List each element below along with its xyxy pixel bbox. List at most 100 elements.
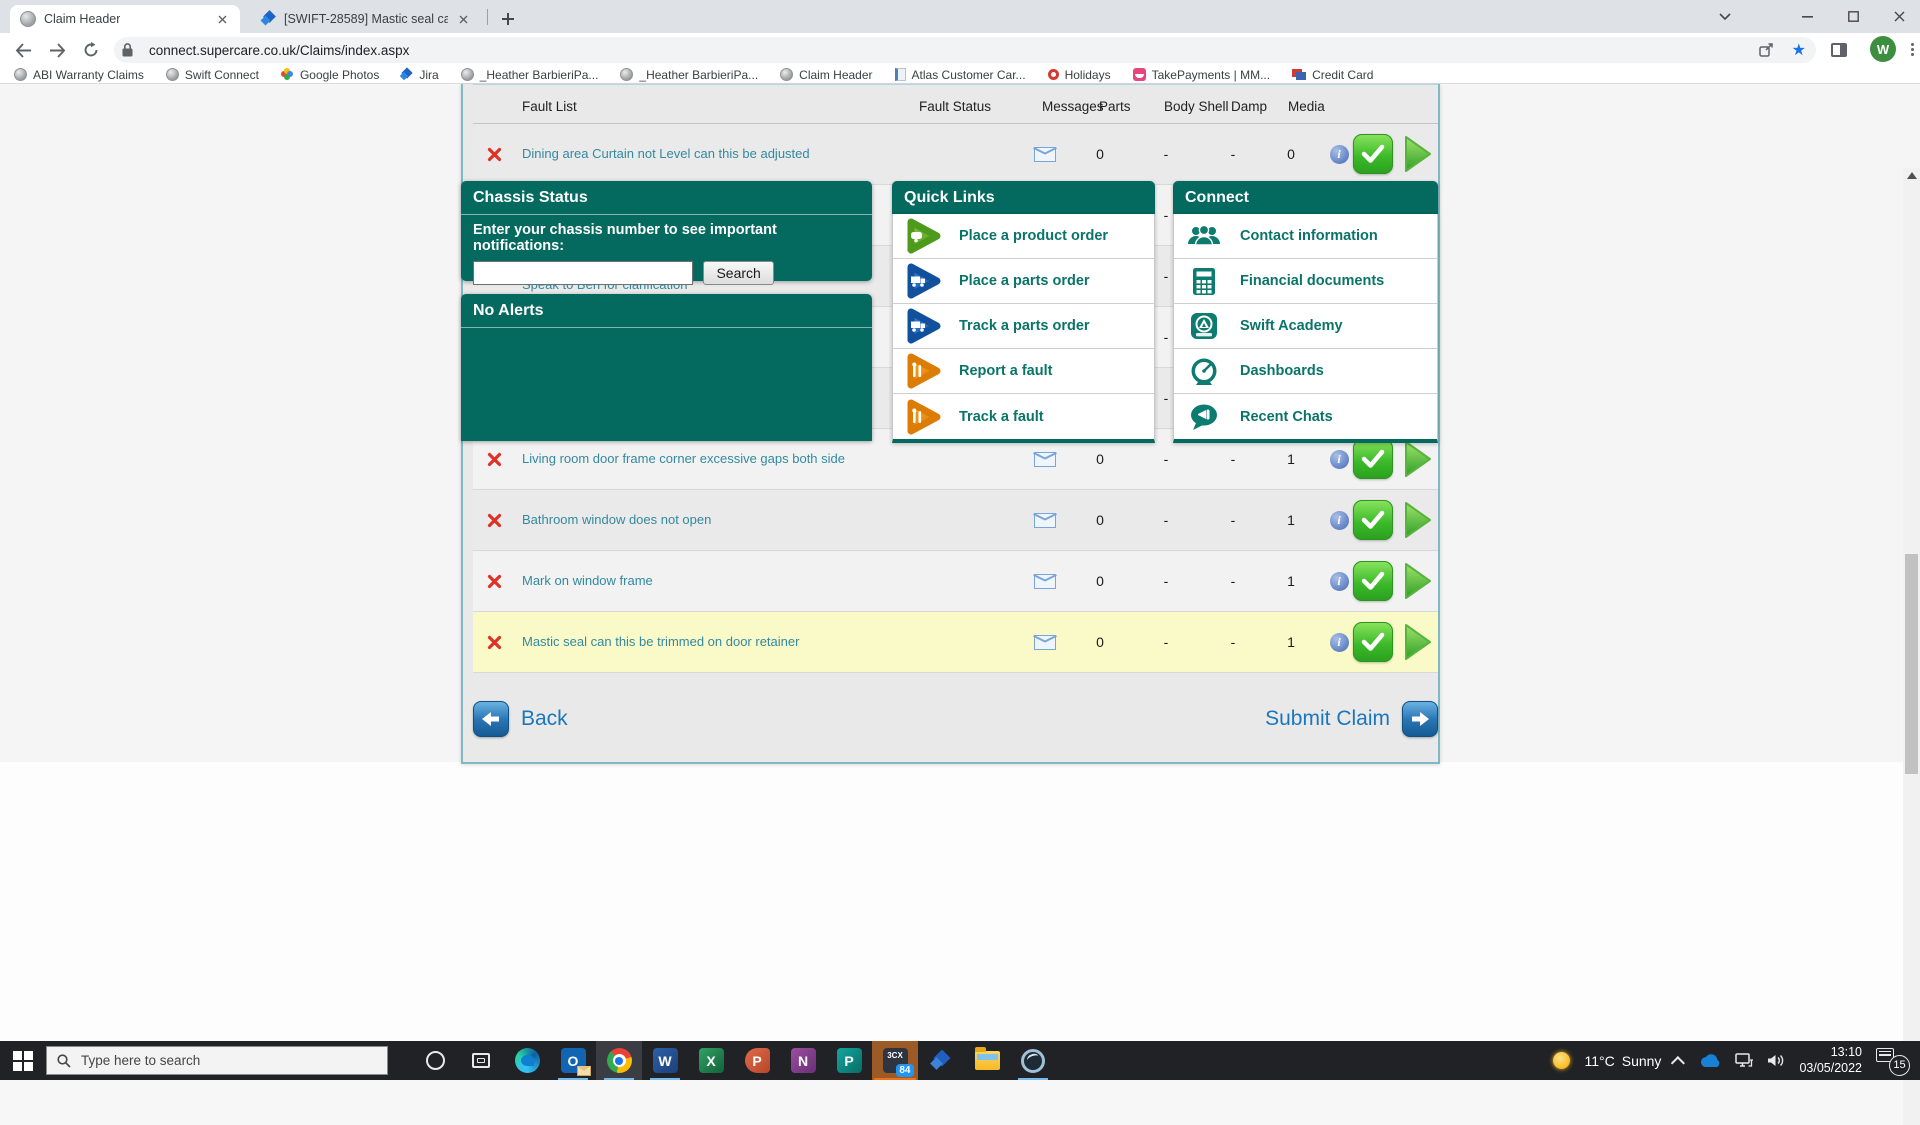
bookmark-item[interactable]: _Heather BarbieriPa... xyxy=(460,68,598,82)
chassis-search-button[interactable]: Search xyxy=(703,261,774,285)
start-button[interactable] xyxy=(0,1041,46,1080)
weather-sun-icon[interactable] xyxy=(1553,1052,1571,1069)
message-icon[interactable] xyxy=(1013,146,1077,162)
approve-fault-button[interactable] xyxy=(1353,439,1401,479)
excel-button[interactable]: X xyxy=(688,1041,734,1080)
tab-search-chevron-icon[interactable] xyxy=(1704,0,1746,33)
link-place-parts-order[interactable]: Place a parts order xyxy=(893,259,1154,304)
word-button[interactable]: W xyxy=(642,1041,688,1080)
window-close-button[interactable] xyxy=(1878,0,1920,33)
tray-overflow-chevron-icon[interactable] xyxy=(1671,1055,1686,1070)
bookmark-item[interactable]: Atlas Customer Car... xyxy=(894,68,1026,82)
new-tab-button[interactable] xyxy=(497,8,519,30)
delete-fault-icon[interactable] xyxy=(473,635,515,650)
tab-jira[interactable]: [SWIFT-28589] Mastic seal can th xyxy=(252,5,480,33)
link-report-a-fault[interactable]: Report a fault xyxy=(893,349,1154,394)
bookmark-item[interactable]: _Heather BarbieriPa... xyxy=(620,68,758,82)
info-icon[interactable]: i xyxy=(1325,510,1353,530)
approve-fault-button[interactable] xyxy=(1353,622,1401,662)
delete-fault-icon[interactable] xyxy=(473,147,515,162)
publisher-button[interactable]: P xyxy=(826,1041,872,1080)
window-maximize-button[interactable] xyxy=(1832,0,1874,33)
edge-button[interactable] xyxy=(504,1041,550,1080)
address-bar[interactable]: connect.supercare.co.uk/Claims/index.asp… xyxy=(114,37,1816,63)
network-icon[interactable] xyxy=(1735,1053,1754,1068)
link-contact-information[interactable]: Contact information xyxy=(1174,214,1437,259)
open-fault-chevron-icon[interactable] xyxy=(1401,561,1438,601)
info-icon[interactable]: i xyxy=(1325,449,1353,469)
back-nav-icon[interactable] xyxy=(8,35,38,65)
link-recent-chats[interactable]: Recent Chats xyxy=(1174,394,1437,439)
message-icon[interactable] xyxy=(1013,634,1077,650)
link-swift-academy[interactable]: Swift Academy xyxy=(1174,304,1437,349)
link-track-a-fault[interactable]: Track a fault xyxy=(893,394,1154,439)
delete-fault-icon[interactable] xyxy=(473,574,515,589)
profile-avatar[interactable]: W xyxy=(1870,36,1896,62)
link-dashboards[interactable]: Dashboards xyxy=(1174,349,1437,394)
submit-claim-button[interactable]: Submit Claim xyxy=(1265,701,1438,737)
back-label[interactable]: Back xyxy=(521,707,568,731)
side-panel-icon[interactable] xyxy=(1824,35,1854,65)
info-icon[interactable]: i xyxy=(1325,571,1353,591)
link-financial-documents[interactable]: Financial documents xyxy=(1174,259,1437,304)
3cx-button[interactable]: 3CX 84 xyxy=(872,1041,918,1080)
link-track-parts-order[interactable]: Track a parts order xyxy=(893,304,1154,349)
outlook-button[interactable]: O xyxy=(550,1041,596,1080)
fault-link[interactable]: Living room door frame corner excessive … xyxy=(515,450,893,468)
tab-close-icon[interactable] xyxy=(456,11,470,27)
open-fault-chevron-icon[interactable] xyxy=(1401,500,1438,540)
bookmark-item[interactable]: TakePayments | MM... xyxy=(1132,68,1270,82)
jira-button[interactable] xyxy=(918,1041,964,1080)
open-fault-chevron-icon[interactable] xyxy=(1401,134,1438,174)
back-button[interactable]: Back xyxy=(473,701,568,737)
link-place-product-order[interactable]: Place a product order xyxy=(893,214,1154,259)
bookmark-item[interactable]: Jira xyxy=(401,68,438,82)
fault-link[interactable]: Mark on window frame xyxy=(515,572,893,590)
tab-close-icon[interactable] xyxy=(214,11,230,27)
open-fault-chevron-icon[interactable] xyxy=(1401,439,1438,479)
chassis-number-input[interactable] xyxy=(473,261,693,285)
tab-claim-header[interactable]: Claim Header xyxy=(10,5,240,33)
bookmark-item[interactable]: Holidays xyxy=(1047,68,1111,82)
task-view-button[interactable] xyxy=(458,1041,504,1080)
approve-fault-button[interactable] xyxy=(1353,561,1401,601)
powerpoint-button[interactable]: P xyxy=(734,1041,780,1080)
share-icon[interactable] xyxy=(1758,43,1774,57)
bookmark-item[interactable]: Swift Connect xyxy=(165,68,259,82)
file-explorer-button[interactable] xyxy=(964,1041,1010,1080)
onenote-button[interactable]: N xyxy=(780,1041,826,1080)
approve-fault-button[interactable] xyxy=(1353,134,1401,174)
taskbar-search[interactable]: Type here to search xyxy=(46,1046,388,1075)
window-minimize-button[interactable] xyxy=(1786,0,1828,33)
submit-claim-label[interactable]: Submit Claim xyxy=(1265,707,1390,731)
bookmark-item[interactable]: ABI Warranty Claims xyxy=(14,68,144,82)
fault-link[interactable]: Mastic seal can this be trimmed on door … xyxy=(515,633,893,651)
info-icon[interactable]: i xyxy=(1325,632,1353,652)
message-icon[interactable] xyxy=(1013,573,1077,589)
bookmark-item[interactable]: Claim Header xyxy=(780,68,873,82)
fault-link[interactable]: Dining area Curtain not Level can this b… xyxy=(515,145,893,163)
url-text[interactable]: connect.supercare.co.uk/Claims/index.asp… xyxy=(149,43,1751,58)
vertical-scrollbar[interactable] xyxy=(1903,168,1920,1125)
delete-fault-icon[interactable] xyxy=(473,452,515,467)
bookmark-item[interactable]: Credit Card xyxy=(1292,68,1373,82)
forward-nav-icon[interactable] xyxy=(42,35,72,65)
delete-fault-icon[interactable] xyxy=(473,513,515,528)
onedrive-icon[interactable] xyxy=(1699,1053,1721,1068)
scrollbar-thumb[interactable] xyxy=(1905,554,1918,774)
action-center-button[interactable]: 15 xyxy=(1876,1047,1910,1076)
info-icon[interactable]: i xyxy=(1325,144,1353,164)
bookmark-item[interactable]: Google Photos xyxy=(280,68,379,82)
cortana-button[interactable] xyxy=(412,1041,458,1080)
approve-fault-button[interactable] xyxy=(1353,500,1401,540)
chrome-button[interactable] xyxy=(596,1041,642,1080)
reload-icon[interactable] xyxy=(76,35,106,65)
weather-text[interactable]: 11°C Sunny xyxy=(1584,1053,1661,1069)
message-icon[interactable] xyxy=(1013,451,1077,467)
scroll-up-arrow-icon[interactable] xyxy=(1907,172,1917,179)
browser-menu-icon[interactable] xyxy=(1910,41,1914,59)
clock[interactable]: 13:10 03/05/2022 xyxy=(1799,1045,1862,1076)
fault-link[interactable]: Bathroom window does not open xyxy=(515,511,893,529)
message-icon[interactable] xyxy=(1013,512,1077,528)
volume-icon[interactable] xyxy=(1767,1053,1785,1068)
